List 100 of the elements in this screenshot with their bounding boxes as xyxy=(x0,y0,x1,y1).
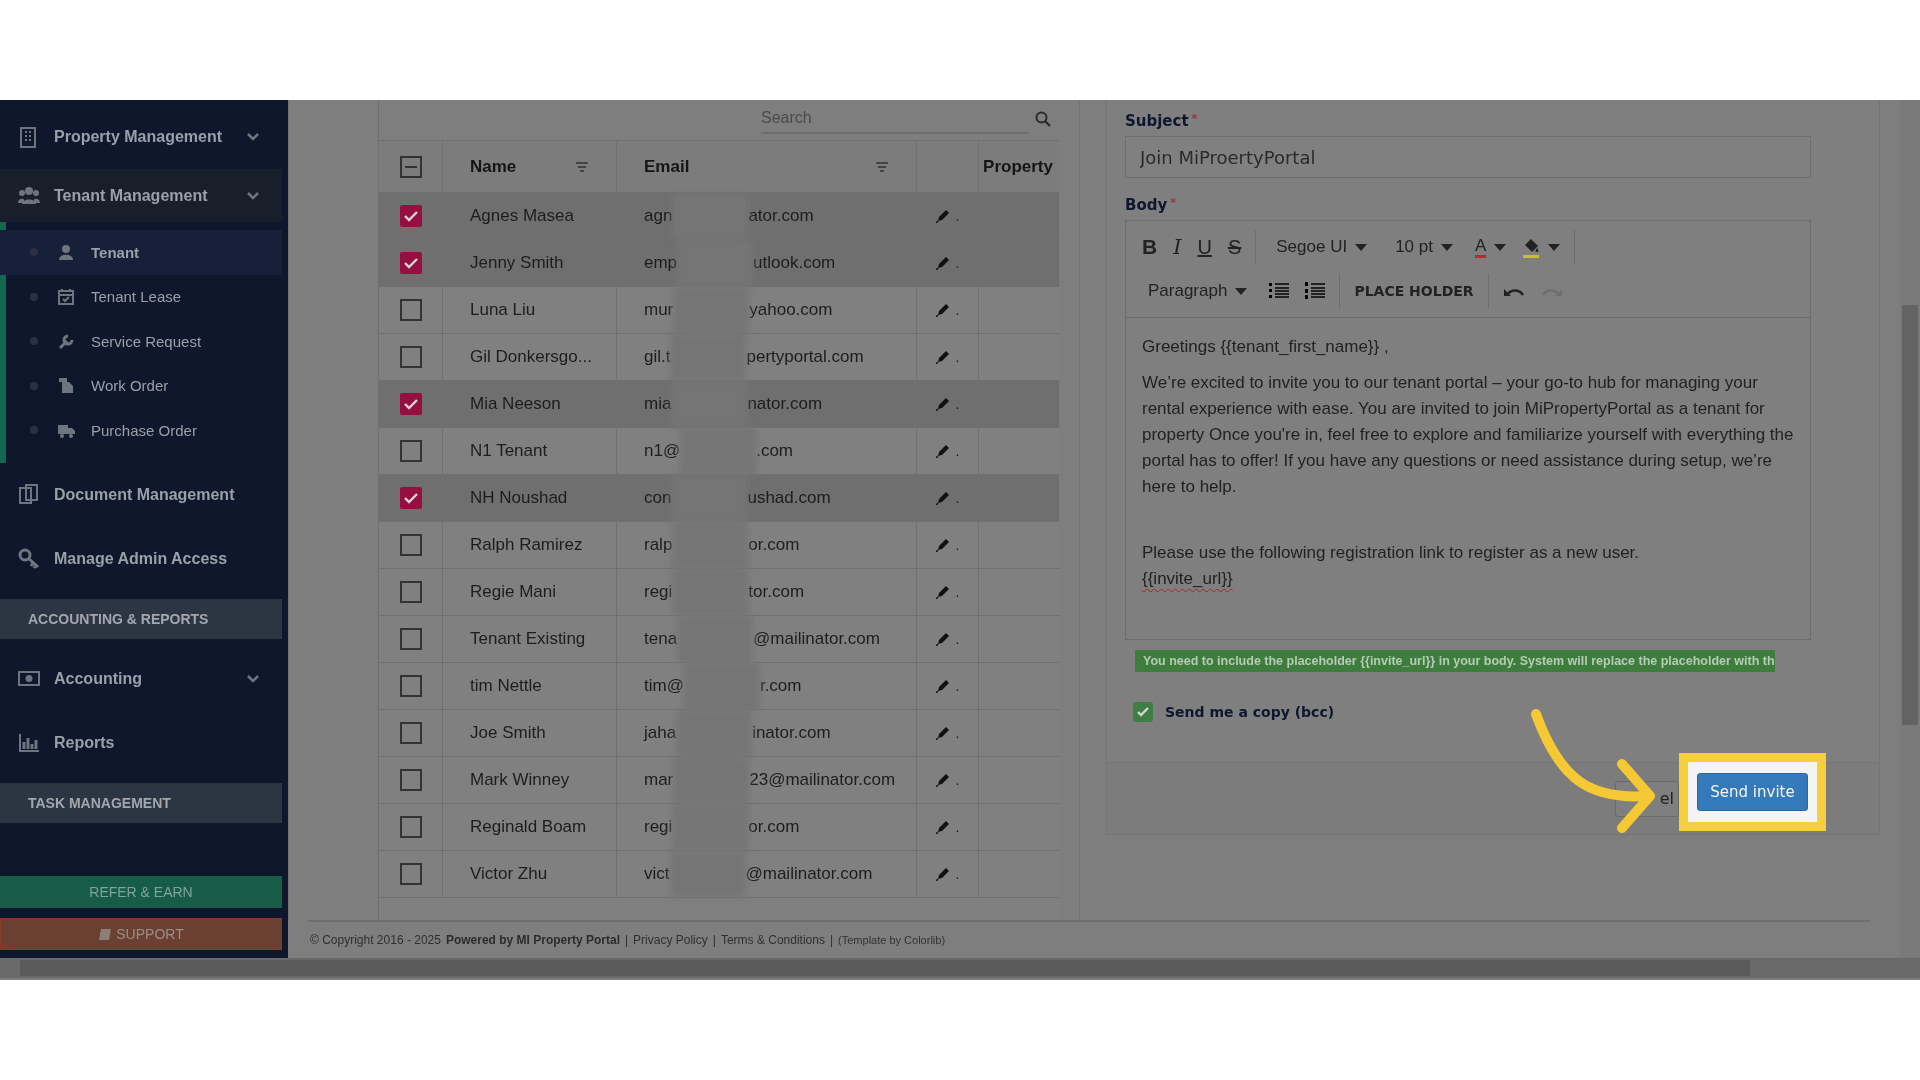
dropdown[interactable]: Segoe UI xyxy=(1268,229,1376,265)
table-cell: tena xyxy=(644,629,678,649)
footer-link[interactable]: Terms & Conditions xyxy=(720,933,825,947)
bcc-checkbox[interactable] xyxy=(1133,702,1153,722)
pencil-icon[interactable] xyxy=(935,303,950,317)
book-icon xyxy=(98,927,113,941)
text-color-button[interactable]: A xyxy=(1466,229,1515,265)
body-text: Please use the following registration link to register as a new user. xyxy=(1142,542,1641,564)
table-cell: .com xyxy=(756,441,793,461)
dropdown[interactable]: Paragraph xyxy=(1140,273,1256,309)
horizontal-scrollbar[interactable] xyxy=(0,958,1920,978)
caret-icon xyxy=(1235,287,1248,295)
submenu-item[interactable]: Tenant Lease xyxy=(0,274,282,319)
column-header[interactable]: Name xyxy=(470,156,517,177)
pencil-icon[interactable] xyxy=(935,773,950,787)
row-checkbox[interactable] xyxy=(399,299,422,321)
files-icon xyxy=(58,377,75,395)
table-cell: . xyxy=(955,819,960,835)
submenu-item[interactable]: Service Request xyxy=(0,319,282,364)
pencil-icon[interactable] xyxy=(935,867,950,881)
pencil-icon[interactable] xyxy=(935,350,950,364)
table-cell: N1 Tenant xyxy=(470,441,548,461)
dropdown[interactable]: 10 pt xyxy=(1387,229,1461,265)
row-checkbox[interactable] xyxy=(399,581,422,603)
row-checkbox[interactable] xyxy=(399,205,422,227)
table-cell: gil.t xyxy=(644,347,671,367)
table-cell: agn xyxy=(644,206,673,226)
footer-link[interactable]: Privacy Policy xyxy=(633,933,708,947)
body-text: {{invite_url}} xyxy=(1142,568,1233,590)
row-checkbox[interactable] xyxy=(399,346,422,368)
support-button[interactable]: SUPPORT xyxy=(0,918,282,950)
table-cell: jaha xyxy=(644,723,677,743)
vertical-scrollbar[interactable] xyxy=(1900,100,1920,958)
column-header[interactable]: Email xyxy=(644,156,690,177)
column-header[interactable]: Property xyxy=(983,156,1053,177)
table-cell: inator.com xyxy=(752,723,831,743)
send-invite-button[interactable]: Send invite xyxy=(1697,773,1808,811)
row-checkbox[interactable] xyxy=(399,393,422,415)
menu-item[interactable]: Accounting xyxy=(0,646,282,711)
pencil-icon[interactable] xyxy=(935,444,950,458)
pencil-icon[interactable] xyxy=(935,209,950,223)
table-cell: . xyxy=(955,302,960,318)
submenu-item[interactable]: Tenant xyxy=(0,230,282,275)
field-label: Subject xyxy=(1125,112,1189,132)
pencil-icon[interactable] xyxy=(935,585,950,599)
underline-button[interactable]: U xyxy=(1189,229,1220,265)
row-checkbox[interactable] xyxy=(399,628,422,650)
caret-icon xyxy=(1548,243,1561,251)
table-cell: n1@ xyxy=(644,441,681,461)
table-cell: Luna Liu xyxy=(470,300,536,320)
table-cell: Reginald Boam xyxy=(470,817,587,837)
powered-by-text: Powered by MI Property Portal xyxy=(445,933,620,947)
italic-button[interactable]: I xyxy=(1165,229,1190,265)
row-checkbox[interactable] xyxy=(399,722,422,744)
pencil-icon[interactable] xyxy=(935,726,950,740)
pencil-icon[interactable] xyxy=(935,256,950,270)
row-checkbox[interactable] xyxy=(399,252,422,274)
table-cell: ushad.com xyxy=(747,488,831,508)
placeholder-button[interactable]: PLACE HOLDER xyxy=(1346,273,1482,309)
row-checkbox[interactable] xyxy=(399,769,422,791)
table-cell: mia xyxy=(644,394,672,414)
bold-button[interactable]: B xyxy=(1134,229,1166,265)
chevron-down-icon xyxy=(246,190,260,201)
required-mark: * xyxy=(1170,196,1177,211)
table-cell: . xyxy=(955,678,960,694)
table-cell: yahoo.com xyxy=(749,300,833,320)
table-cell: regi xyxy=(644,582,673,602)
menu-item[interactable]: Reports xyxy=(0,710,282,775)
refer-button[interactable]: REFER & EARN xyxy=(0,876,282,908)
pencil-icon[interactable] xyxy=(935,679,950,693)
menu-item[interactable]: Manage Admin Access xyxy=(0,526,282,591)
submenu-item[interactable]: Work Order xyxy=(0,363,282,408)
notice-banner: You need to include the placeholder {{invite_url}} in your body. System will replace the placeholder with th xyxy=(1135,650,1775,672)
table-cell: pertyportal.com xyxy=(746,347,864,367)
pencil-icon[interactable] xyxy=(935,397,950,411)
table-cell: . xyxy=(955,208,960,224)
table-cell: 23@mailinator.com xyxy=(749,770,896,790)
pencil-icon[interactable] xyxy=(935,538,950,552)
row-checkbox[interactable] xyxy=(399,487,422,509)
row-checkbox[interactable] xyxy=(399,675,422,697)
row-checkbox[interactable] xyxy=(399,440,422,462)
pencil-icon[interactable] xyxy=(935,491,950,505)
menu-item[interactable]: Tenant Management xyxy=(0,169,282,222)
row-checkbox[interactable] xyxy=(399,816,422,838)
pencil-icon[interactable] xyxy=(935,820,950,834)
strike-button[interactable]: S xyxy=(1219,229,1250,265)
row-checkbox[interactable] xyxy=(399,863,422,885)
submenu-item[interactable]: Purchase Order xyxy=(0,408,282,453)
pencil-icon[interactable] xyxy=(935,632,950,646)
search-icon xyxy=(1035,111,1051,127)
table-cell: . xyxy=(955,584,960,600)
menu-item[interactable]: Document Management xyxy=(0,462,282,527)
menu-item[interactable]: Property Management xyxy=(0,105,282,169)
tree-dot-icon xyxy=(30,426,38,435)
table-cell: . xyxy=(955,490,960,506)
table-cell: Victor Zhu xyxy=(470,864,548,884)
row-checkbox[interactable] xyxy=(399,534,422,556)
table-cell: regi xyxy=(644,817,673,837)
people-icon xyxy=(18,185,40,206)
select-all-checkbox[interactable] xyxy=(399,155,422,178)
